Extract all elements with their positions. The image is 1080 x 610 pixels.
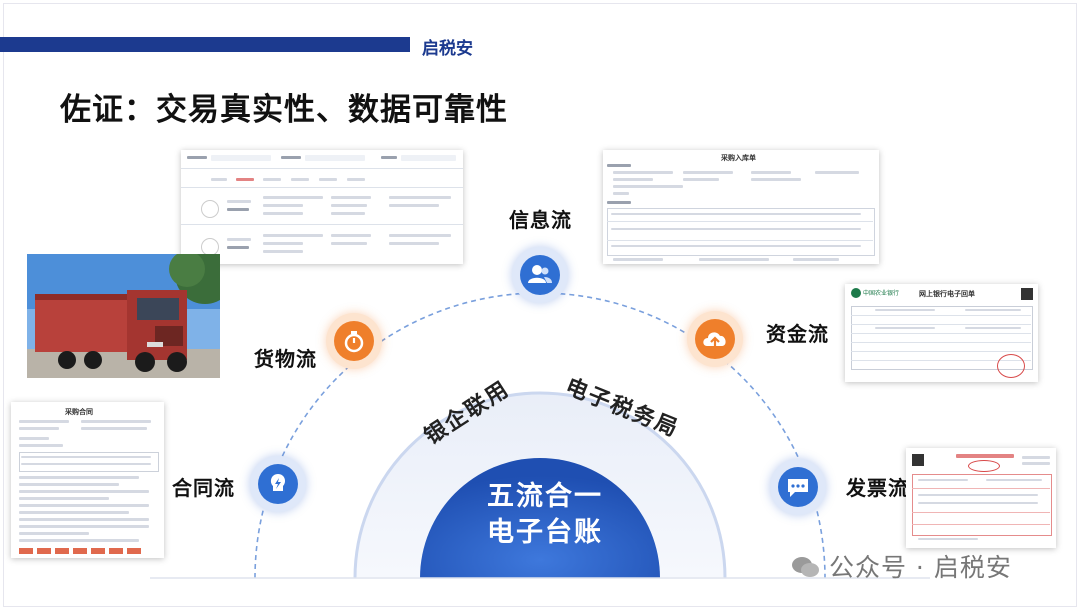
funds-flow-node: [687, 311, 743, 367]
contract-doc: 采购合同: [11, 402, 164, 558]
bank-name-text: 中国农业银行: [863, 290, 900, 297]
purchase-receipt-title: 采购入库单: [721, 154, 756, 162]
invoice-doc: [906, 448, 1056, 548]
order-list-screenshot: [181, 150, 463, 264]
invoice-flow-label: 发票流: [846, 476, 909, 500]
contract-title: 采购合同: [65, 408, 93, 416]
truck-photo: [27, 254, 220, 378]
watermark-channel: 公众号: [828, 553, 907, 582]
goods-flow-label: 货物流: [254, 347, 317, 371]
watermark: 公众号 · 启税安: [790, 548, 1012, 584]
goods-flow-node: [326, 313, 382, 369]
contract-flow-label: 合同流: [172, 476, 235, 500]
info-flow-label: 信息流: [509, 208, 572, 232]
watermark-dot: ·: [915, 553, 925, 582]
cloud-upload-icon: [703, 332, 726, 348]
watermark-brand: 启税安: [933, 553, 1012, 582]
center-title-line2: 电子台账: [487, 517, 603, 548]
bank-receipt-title: 网上银行电子回单: [919, 290, 975, 298]
bank-receipt-doc: 中国农业银行 网上银行电子回单: [845, 284, 1038, 382]
lightning-bulb-icon: [270, 474, 286, 491]
contract-flow-node: [250, 456, 306, 512]
wechat-icon: [792, 557, 819, 577]
funds-flow-label: 资金流: [766, 322, 829, 346]
invoice-flow-node: [770, 459, 826, 515]
stopwatch-icon: [344, 331, 364, 353]
users-icon: [528, 265, 552, 283]
center-title-line1: 五流合一: [487, 481, 603, 512]
purchase-receipt-doc: 采购入库单: [603, 150, 879, 264]
info-flow-node: [512, 247, 568, 303]
chat-bubble-icon: [788, 479, 808, 497]
